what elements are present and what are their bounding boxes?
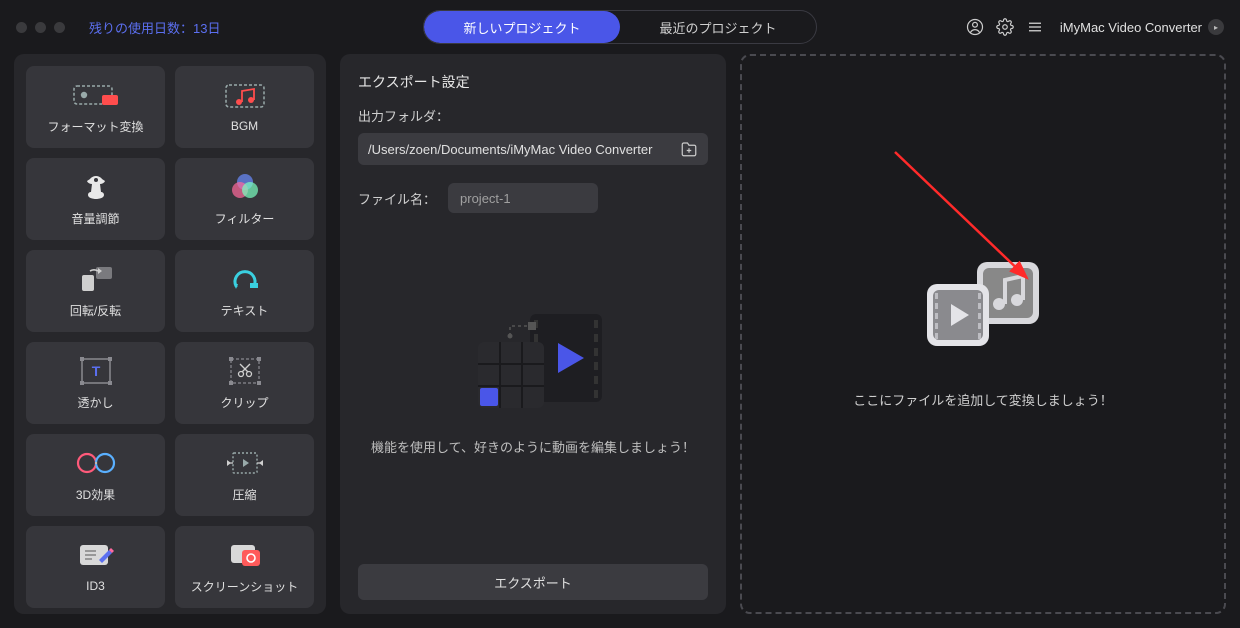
clip-icon: [228, 356, 262, 386]
topbar: 残りの使用日数：13日 新しいプロジェクト 最近のプロジェクト iMyMac V…: [0, 0, 1240, 54]
tool-filter[interactable]: フィルター: [175, 158, 314, 240]
tool-label: クリップ: [220, 394, 268, 411]
tool-label: BGM: [231, 119, 258, 133]
id3-icon: [78, 541, 114, 571]
filename-label: ファイル名：: [358, 189, 436, 208]
maximize-window[interactable]: [54, 22, 65, 33]
output-folder-path: /Users/zoen/Documents/iMyMac Video Conve…: [368, 142, 680, 157]
app-title-text: iMyMac Video Converter: [1060, 20, 1202, 35]
export-title: エクスポート設定: [358, 72, 708, 92]
tool-label: 圧縮: [232, 486, 256, 503]
tool-label: 3D効果: [76, 486, 115, 503]
file-dropzone[interactable]: ここにファイルを追加して変換しましょう！: [740, 54, 1226, 614]
tool-label: 透かし: [77, 394, 113, 411]
rotate-icon: [79, 264, 113, 294]
filename-input[interactable]: [448, 183, 598, 213]
app-title: iMyMac Video Converter ▸: [1060, 19, 1224, 35]
close-window[interactable]: [16, 22, 27, 33]
minimize-window[interactable]: [35, 22, 46, 33]
export-button[interactable]: エクスポート: [358, 564, 708, 600]
tool-volume[interactable]: 音量調節: [26, 158, 165, 240]
tool-watermark[interactable]: T 透かし: [26, 342, 165, 424]
menu-icon[interactable]: [1026, 18, 1044, 36]
volume-icon: [81, 172, 111, 202]
filter-icon: [229, 172, 261, 202]
tool-bgm[interactable]: BGM: [175, 66, 314, 148]
tool-label: 音量調節: [71, 210, 119, 227]
tab-recent-project[interactable]: 最近のプロジェクト: [620, 11, 816, 43]
tab-new-project[interactable]: 新しいプロジェクト: [424, 11, 620, 43]
tool-rotate-flip[interactable]: 回転/反転: [26, 250, 165, 332]
tool-label: フォーマット変換: [47, 118, 143, 135]
trial-days-remaining: 残りの使用日数：13日: [89, 18, 220, 37]
main-area: フォーマット変換 BGM 音量調節 フィルター: [0, 54, 1240, 628]
format-convert-icon: [72, 80, 120, 110]
edit-illustration-icon: [458, 308, 608, 418]
tool-3d[interactable]: 3D効果: [26, 434, 165, 516]
3d-icon: [75, 448, 117, 478]
window-controls: [16, 22, 65, 33]
export-panel: エクスポート設定 出力フォルダ： /Users/zoen/Documents/i…: [340, 54, 726, 614]
tools-sidebar: フォーマット変換 BGM 音量調節 フィルター: [14, 54, 326, 614]
bgm-icon: [224, 81, 266, 111]
center-hint-text: 機能を使用して、好きのように動画を編集しましょう！: [371, 438, 695, 459]
filename-row: ファイル名：: [358, 183, 708, 213]
tool-grid: フォーマット変換 BGM 音量調節 フィルター: [26, 66, 314, 608]
tool-text[interactable]: テキスト: [175, 250, 314, 332]
center-illustration: 機能を使用して、好きのように動画を編集しましょう！: [358, 213, 708, 554]
tool-label: フィルター: [215, 210, 275, 227]
screenshot-icon: [228, 540, 262, 570]
tool-label: 回転/反転: [70, 302, 121, 319]
tool-compress[interactable]: 圧縮: [175, 434, 314, 516]
tool-screenshot[interactable]: スクリーンショット: [175, 526, 314, 608]
watermark-icon: T: [79, 356, 113, 386]
tool-format-convert[interactable]: フォーマット変換: [26, 66, 165, 148]
output-folder-label: 出力フォルダ：: [358, 106, 708, 125]
text-icon: [230, 264, 260, 294]
dropzone-illustration-icon: [923, 260, 1043, 350]
output-folder-row: /Users/zoen/Documents/iMyMac Video Conve…: [358, 133, 708, 165]
tool-label: ID3: [86, 579, 105, 593]
tool-id3[interactable]: ID3: [26, 526, 165, 608]
svg-text:T: T: [91, 363, 100, 379]
settings-icon[interactable]: [996, 18, 1014, 36]
dropzone-hint-text: ここにファイルを追加して変換しましょう！: [853, 390, 1113, 409]
compress-icon: [225, 448, 265, 478]
user-icon[interactable]: [966, 18, 984, 36]
tool-label: スクリーンショット: [191, 578, 298, 595]
tool-clip[interactable]: クリップ: [175, 342, 314, 424]
browse-folder-icon[interactable]: [680, 140, 698, 158]
topbar-right: iMyMac Video Converter ▸: [966, 18, 1224, 36]
app-play-icon: ▸: [1208, 19, 1224, 35]
tool-label: テキスト: [221, 302, 269, 319]
project-tabs: 新しいプロジェクト 最近のプロジェクト: [423, 10, 817, 44]
